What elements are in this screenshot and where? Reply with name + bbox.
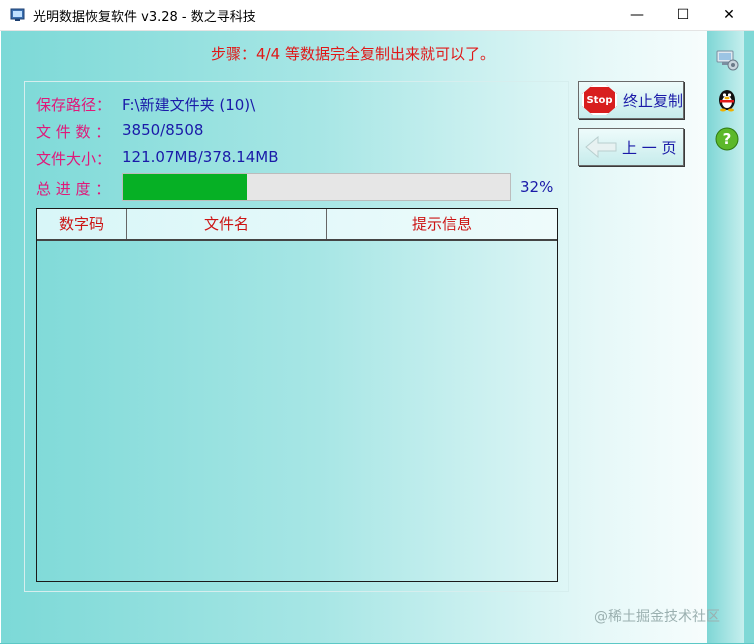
minimize-button[interactable]: — (614, 0, 660, 30)
svg-text:?: ? (723, 130, 732, 148)
save-path-value: F:\新建文件夹 (10)\ (122, 96, 256, 114)
file-size-value: 121.07MB/378.14MB (122, 148, 279, 166)
table-header: 数字码 文件名 提示信息 (37, 209, 557, 241)
stop-copy-button[interactable]: Stop 终止复制 (578, 81, 684, 119)
progress-label: 总 进 度 ： (36, 180, 111, 198)
stop-icon: Stop (582, 85, 617, 115)
save-path-label: 保存路径： (36, 96, 112, 114)
watermark: @稀土掘金技术社区 (594, 609, 720, 625)
column-header-code[interactable]: 数字码 (37, 209, 127, 239)
file-count-label: 文 件 数 ： (36, 123, 111, 141)
network-settings-icon[interactable] (714, 46, 740, 72)
maximize-icon: ☐ (676, 7, 690, 23)
window-edge (744, 31, 754, 643)
file-table[interactable]: 数字码 文件名 提示信息 (36, 208, 558, 582)
title-bar: 光明数据恢复软件 v3.28 - 数之寻科技 — ☐ ✕ (0, 0, 754, 31)
close-button[interactable]: ✕ (706, 0, 752, 30)
column-header-filename[interactable]: 文件名 (127, 209, 327, 239)
previous-page-label: 上 一 页 (622, 138, 677, 157)
app-icon (10, 8, 25, 21)
minimize-icon: — (630, 7, 644, 23)
stop-copy-label: 终止复制 (622, 91, 683, 110)
file-size-label: 文件大小： (36, 150, 112, 168)
help-icon[interactable]: ? (714, 126, 740, 152)
file-count-value: 3850/8508 (122, 121, 204, 139)
previous-page-button[interactable]: 上 一 页 (578, 128, 684, 166)
step-instruction: 步骤：4/4 等数据完全复制出来就可以了。 (211, 45, 495, 63)
progress-bar (122, 173, 511, 201)
maximize-button[interactable]: ☐ (660, 0, 706, 30)
side-toolbar (707, 31, 744, 643)
close-icon: ✕ (723, 7, 735, 23)
progress-percent: 32% (520, 178, 554, 196)
column-header-message[interactable]: 提示信息 (327, 209, 557, 239)
window-title: 光明数据恢复软件 v3.28 - 数之寻科技 (33, 10, 256, 25)
back-arrow-icon (585, 135, 617, 159)
progress-bar-fill (123, 174, 247, 200)
qq-penguin-icon[interactable] (714, 86, 740, 112)
